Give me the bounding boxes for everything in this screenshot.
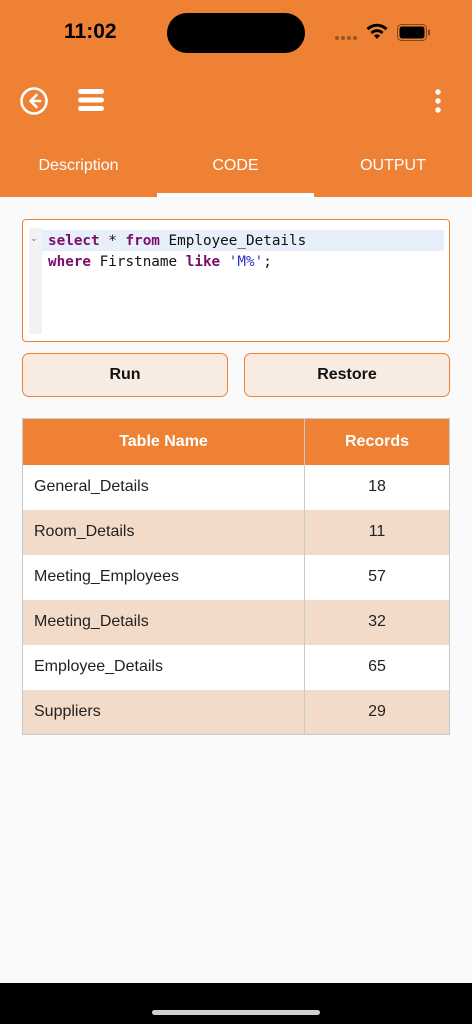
- dynamic-island: [167, 13, 305, 53]
- code-text-segment: [220, 254, 229, 270]
- code-line-1: select * from Employee_Details: [48, 231, 306, 252]
- code-text-segment: *: [99, 233, 126, 249]
- code-text-segment: Firstname: [91, 254, 186, 270]
- cell-records: 65: [304, 644, 450, 690]
- code-text[interactable]: select * from Employee_Details where Firs…: [48, 231, 306, 273]
- code-keyword: where: [48, 254, 92, 270]
- cell-table-name: Employee_Details: [22, 644, 305, 690]
- tab-description[interactable]: Description: [0, 140, 157, 197]
- app-header: 11:02 Description CODE OUTPUT: [0, 0, 472, 197]
- table-row: Meeting_Details 32: [22, 599, 450, 645]
- cell-records: 57: [304, 554, 450, 600]
- cell-records: 29: [304, 689, 450, 735]
- cell-table-name: Meeting_Details: [22, 599, 305, 645]
- table-row: Meeting_Employees 57: [22, 554, 450, 600]
- system-nav-bar: [0, 983, 472, 1024]
- run-button[interactable]: Run: [22, 353, 228, 397]
- code-keyword: from: [125, 233, 160, 249]
- table-row: Employee_Details 65: [22, 644, 450, 690]
- table-header-row: Table Name Records: [22, 418, 450, 465]
- table-row: General_Details 18: [22, 464, 450, 510]
- code-keyword: select: [48, 233, 100, 249]
- status-time: 11:02: [64, 20, 117, 43]
- tab-output[interactable]: OUTPUT: [314, 140, 472, 197]
- results-table: Table Name Records General_Details 18 Ro…: [22, 418, 450, 735]
- tab-bar: Description CODE OUTPUT: [0, 140, 472, 197]
- cell-table-name: Room_Details: [22, 509, 305, 555]
- more-vertical-icon[interactable]: [427, 88, 449, 114]
- header-table-name: Table Name: [22, 418, 305, 465]
- back-arrow-circle-icon[interactable]: [19, 86, 49, 116]
- code-editor[interactable]: ⌄ select * from Employee_Details where Fi…: [22, 219, 450, 342]
- cell-records: 32: [304, 599, 450, 645]
- cell-table-name: General_Details: [22, 464, 305, 510]
- fold-chevron-icon[interactable]: ⌄: [30, 233, 38, 244]
- hamburger-menu-icon[interactable]: [77, 88, 105, 112]
- cell-table-name: Meeting_Employees: [22, 554, 305, 600]
- code-text-segment: ;: [263, 254, 272, 270]
- header-records: Records: [304, 418, 450, 465]
- battery-icon: [397, 24, 430, 41]
- wifi-icon: [366, 23, 388, 39]
- restore-button[interactable]: Restore: [244, 353, 450, 397]
- tab-code[interactable]: CODE: [157, 140, 314, 197]
- cell-records: 11: [304, 509, 450, 555]
- table-row: Suppliers 29: [22, 689, 450, 735]
- cellular-signal-icon: [335, 36, 359, 40]
- code-keyword: like: [185, 254, 221, 270]
- code-line-2: where Firstname like 'M%';: [48, 252, 306, 273]
- cell-records: 18: [304, 464, 450, 510]
- home-indicator[interactable]: [152, 1010, 320, 1015]
- code-string: 'M%': [228, 254, 264, 270]
- table-row: Room_Details 11: [22, 509, 450, 555]
- code-text-segment: Employee_Details: [159, 233, 307, 249]
- cell-table-name: Suppliers: [22, 689, 305, 735]
